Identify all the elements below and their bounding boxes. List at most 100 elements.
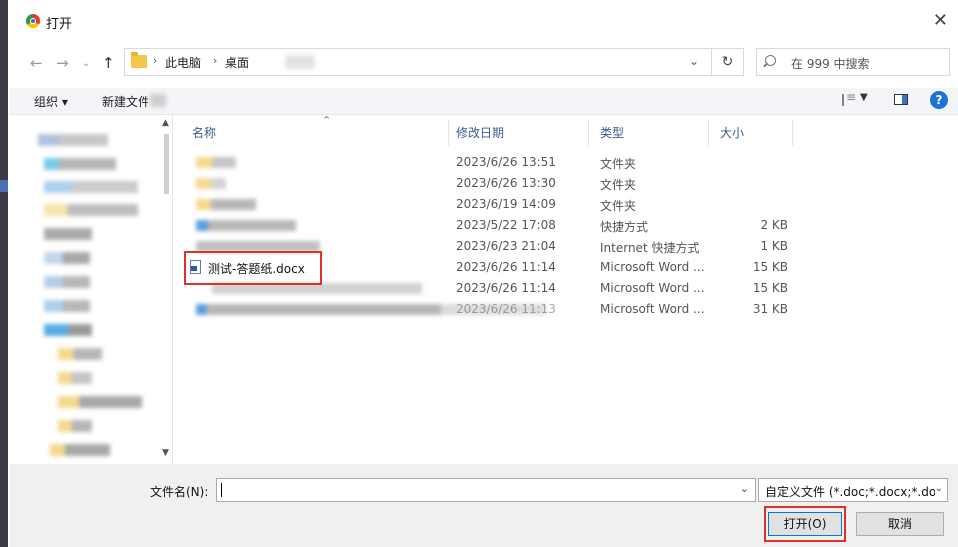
navigation-bar: ← → ⌄ ↑ › 此电脑 › 桌面 ⌄ ↻ 在 999 中搜索 [10,48,958,80]
file-modified: 2023/6/26 11:14 [456,260,556,274]
chevron-down-icon[interactable]: ▼ [860,92,868,103]
chevron-down-icon[interactable]: ⌄ [740,482,749,495]
file-type: Microsoft Word ... [600,302,705,316]
file-size: 2 KB [760,218,788,232]
search-input[interactable]: 在 999 中搜索 [756,48,950,76]
nav-pane-item[interactable] [58,420,92,432]
chevron-up-icon[interactable]: ▲ [162,118,169,128]
up-arrow-icon[interactable]: ↑ [102,54,115,72]
redacted-file-name [196,157,236,168]
breadcrumb-this-pc[interactable]: 此电脑 [165,54,201,71]
file-size: 31 KB [752,302,788,316]
file-modified: 2023/6/26 11:14 [456,281,556,295]
chrome-icon [26,14,40,28]
preview-pane-icon[interactable] [894,94,908,105]
column-divider[interactable] [588,120,589,146]
chevron-down-icon[interactable]: ⌄ [934,483,943,494]
close-button[interactable]: ✕ [933,10,948,31]
dialog-footer: 文件名(N): ⌄ 自定义文件 (*.doc;*.docx;*.do ⌄ 打开(… [10,464,958,547]
column-header-modified[interactable]: 修改日期 [456,124,504,141]
folder-icon [131,52,147,68]
nav-pane-item[interactable] [44,276,90,288]
file-modified: 2023/6/26 13:51 [456,155,556,169]
dialog-title: 打开 [46,17,73,32]
column-header-size[interactable]: 大小 [720,124,744,141]
redacted-toolbar [150,94,166,107]
column-divider[interactable] [708,120,709,146]
column-divider[interactable] [448,120,449,146]
file-size: 1 KB [760,239,788,253]
sort-ascending-icon: ⌃ [322,114,332,127]
redacted-file-name [196,178,226,189]
file-size: 15 KB [752,281,788,295]
file-type: 快捷方式 [600,220,649,234]
search-placeholder: 在 999 中搜索 [791,57,870,71]
file-type: 文件夹 [600,157,637,171]
column-header-name[interactable]: 名称 [192,124,216,141]
file-list: ⌃ 名称 修改日期 类型 大小 2023/6/26 13:51 文件夹 2023… [172,114,958,464]
nav-pane-item[interactable] [44,300,90,312]
forward-arrow-icon[interactable]: → [56,54,69,72]
nav-pane-item[interactable] [44,204,138,216]
background-edge [0,0,8,547]
nav-pane-item[interactable] [50,444,110,456]
help-icon[interactable]: ? [930,91,948,109]
redacted-breadcrumb [285,55,315,69]
search-icon [765,55,776,66]
nav-pane-item[interactable] [38,134,108,146]
redacted-file-name [196,220,296,231]
navigation-pane: ▲ ▼ [10,114,173,464]
background-edge-highlight [0,180,8,192]
annotation-highlight-box [764,506,846,542]
file-row[interactable]: 2023/5/22 17:08 快捷方式 2 KB [172,215,958,236]
scrollbar-thumb[interactable] [164,134,169,194]
file-type-filter-value: 自定义文件 (*.doc;*.docx;*.do [765,485,937,499]
open-file-dialog: 打开 ✕ ← → ⌄ ↑ › 此电脑 › 桌面 ⌄ ↻ 在 999 中搜索 组织… [0,0,958,547]
filename-input[interactable]: ⌄ [216,478,756,502]
nav-pane-scrollbar[interactable]: ▲ ▼ [160,114,172,464]
text-cursor [221,483,222,497]
nav-pane-item[interactable] [58,372,92,384]
file-modified: 2023/6/26 11:13 [456,302,556,316]
file-row[interactable]: 2023/6/19 14:09 文件夹 [172,194,958,215]
nav-pane-item[interactable] [58,396,142,408]
breadcrumb-desktop[interactable]: 桌面 [225,54,249,71]
nav-pane-item[interactable] [44,228,92,240]
nav-pane-item[interactable] [44,252,90,264]
chevron-right-icon: › [153,54,158,67]
file-type-filter[interactable]: 自定义文件 (*.doc;*.docx;*.do ⌄ [758,478,948,502]
file-size: 15 KB [752,260,788,274]
column-divider[interactable] [792,120,793,146]
file-type: Microsoft Word ... [600,281,705,295]
file-modified: 2023/5/22 17:08 [456,218,556,232]
redacted-file-name [196,199,256,210]
new-folder-button[interactable]: 新建文件夹 [102,93,148,110]
cancel-button[interactable]: 取消 [856,512,944,536]
recent-locations-icon[interactable]: ⌄ [82,58,90,69]
file-row[interactable]: 2023/6/26 13:51 文件夹 [172,152,958,173]
nav-pane-item[interactable] [44,158,116,170]
refresh-icon[interactable]: ↻ [712,48,744,76]
annotation-highlight-box [184,251,322,285]
filename-label: 文件名(N): [150,485,209,499]
file-type: 文件夹 [600,199,637,213]
address-bar[interactable]: › 此电脑 › 桌面 ⌄ [124,48,712,76]
file-modified: 2023/6/23 21:04 [456,239,556,253]
nav-pane-item[interactable] [44,181,138,193]
title-bar: 打开 ✕ [10,6,958,36]
nav-pane-item[interactable] [58,348,102,360]
view-options-icon[interactable] [842,90,858,106]
organize-button[interactable]: 组织 ▾ [34,93,68,110]
column-header-type[interactable]: 类型 [600,124,624,141]
file-type: Internet 快捷方式 [600,241,700,255]
file-type: Microsoft Word ... [600,260,705,274]
chevron-down-icon[interactable]: ▼ [162,448,169,458]
file-row[interactable]: 2023/6/26 13:30 文件夹 [172,173,958,194]
file-row[interactable]: 2023/6/26 11:13 Microsoft Word ... 31 KB [172,299,958,320]
chevron-down-icon[interactable]: ⌄ [689,54,699,68]
file-modified: 2023/6/26 13:30 [456,176,556,190]
file-modified: 2023/6/19 14:09 [456,197,556,211]
chevron-right-icon: › [213,54,218,67]
nav-pane-item[interactable] [44,324,92,336]
back-arrow-icon[interactable]: ← [30,54,43,72]
